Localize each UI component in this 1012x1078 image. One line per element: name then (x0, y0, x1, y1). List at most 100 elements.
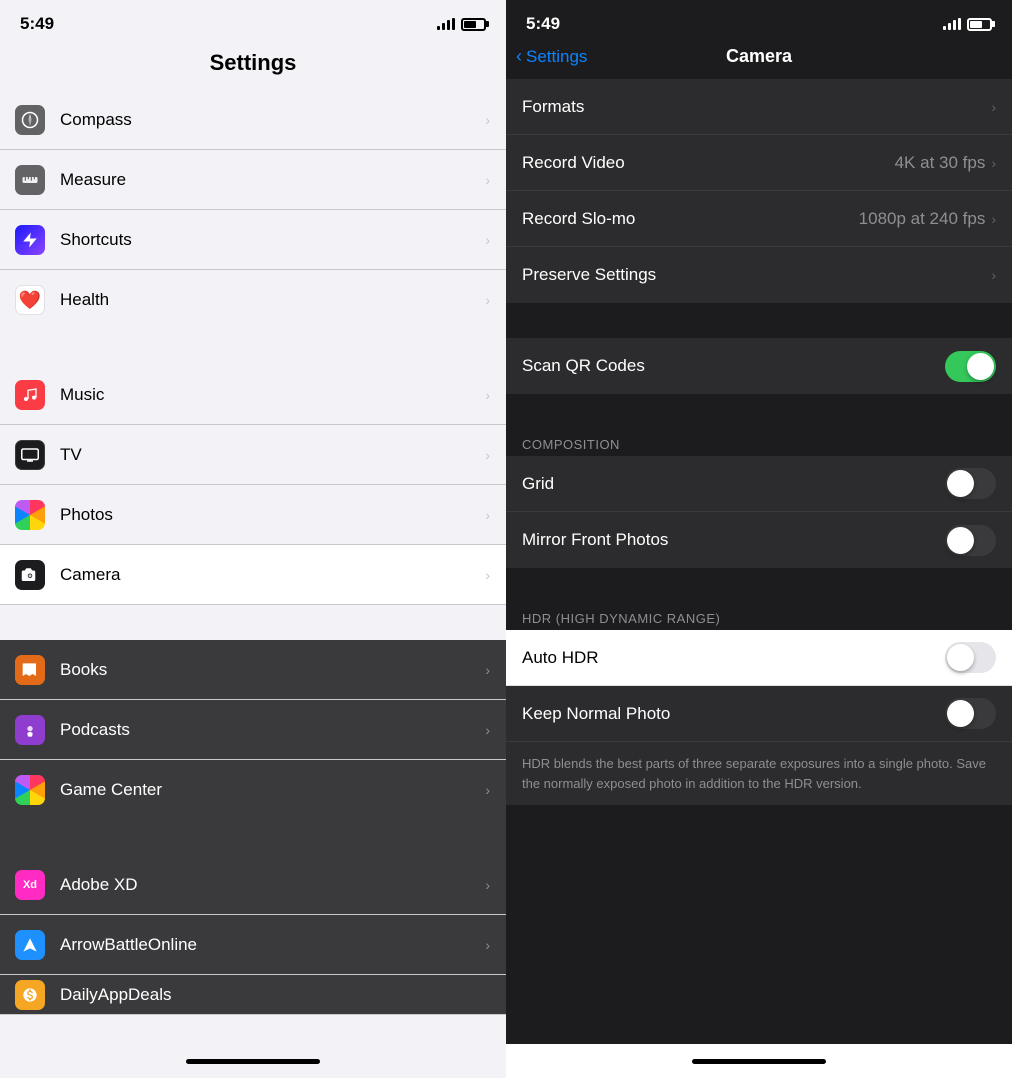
record-slomo-item[interactable]: Record Slo-mo 1080p at 240 fps › (506, 191, 1012, 247)
gamecenter-chevron: › (485, 782, 490, 798)
settings-item-music[interactable]: Music › (0, 365, 506, 425)
dailyapp-label: DailyAppDeals (60, 985, 490, 1005)
adobexd-chevron: › (485, 877, 490, 893)
dailyapp-icon (15, 980, 45, 1010)
settings-item-dailyapp[interactable]: DailyAppDeals (0, 975, 506, 1015)
auto-hdr-section: Auto HDR (506, 630, 1012, 686)
measure-chevron: › (485, 172, 490, 188)
record-video-item[interactable]: Record Video 4K at 30 fps › (506, 135, 1012, 191)
auto-hdr-toggle[interactable] (945, 642, 996, 673)
section-gap-3 (506, 568, 1012, 603)
composition-section: COMPOSITION Grid Mirror Front Photos (506, 429, 1012, 568)
settings-item-tv[interactable]: TV › (0, 425, 506, 485)
tv-icon-wrapper (0, 440, 60, 470)
formats-chevron: › (991, 99, 996, 115)
measure-icon (15, 165, 45, 195)
signal-icon (437, 18, 455, 30)
camera-label: Camera (60, 565, 481, 585)
divider-3 (0, 820, 506, 855)
compass-icon-wrapper (0, 105, 60, 135)
dailyapp-icon-wrapper (0, 980, 60, 1010)
arrowbattle-label: ArrowBattleOnline (60, 935, 481, 955)
back-button[interactable]: ‹ Settings (516, 46, 587, 67)
podcasts-label: Podcasts (60, 720, 481, 740)
mirror-front-toggle[interactable] (945, 525, 996, 556)
divider-2 (0, 605, 506, 640)
settings-item-compass[interactable]: Compass › (0, 90, 506, 150)
keep-normal-toggle[interactable] (945, 698, 996, 729)
settings-item-shortcuts[interactable]: Shortcuts › (0, 210, 506, 270)
left-status-icons (437, 18, 486, 31)
section-gap-1 (506, 303, 1012, 338)
right-time: 5:49 (526, 14, 560, 34)
left-home-bar (0, 1044, 506, 1078)
battery-icon (461, 18, 486, 31)
shortcuts-chevron: › (485, 232, 490, 248)
health-label: Health (60, 290, 481, 310)
camera-settings-content: Formats › Record Video 4K at 30 fps › Re… (506, 79, 1012, 1044)
keep-normal-section: Keep Normal Photo HDR blends the best pa… (506, 686, 1012, 805)
tv-label: TV (60, 445, 481, 465)
adobexd-label: Adobe XD (60, 875, 481, 895)
settings-item-podcasts[interactable]: Podcasts › (0, 700, 506, 760)
mirror-front-item[interactable]: Mirror Front Photos (506, 512, 1012, 568)
grid-item[interactable]: Grid (506, 456, 1012, 512)
settings-item-camera[interactable]: Camera › (0, 545, 506, 605)
right-panel: 5:49 ‹ Settings Camera Formats › (506, 0, 1012, 1078)
music-icon-wrapper (0, 380, 60, 410)
photos-chevron: › (485, 507, 490, 523)
grid-label: Grid (522, 474, 945, 494)
photos-icon (15, 500, 45, 530)
record-slomo-label: Record Slo-mo (522, 209, 859, 229)
formats-item[interactable]: Formats › (506, 79, 1012, 135)
gamecenter-label: Game Center (60, 780, 481, 800)
settings-item-measure[interactable]: Measure › (0, 150, 506, 210)
settings-item-photos[interactable]: Photos › (0, 485, 506, 545)
music-icon (15, 380, 45, 410)
settings-item-adobexd[interactable]: Xd Adobe XD › (0, 855, 506, 915)
compass-label: Compass (60, 110, 481, 130)
record-video-value: 4K at 30 fps (895, 153, 986, 173)
right-status-icons (943, 18, 992, 31)
keep-normal-item[interactable]: Keep Normal Photo (506, 686, 1012, 742)
camera-icon-wrapper (0, 560, 60, 590)
keep-normal-toggle-knob (947, 700, 974, 727)
health-icon: ❤️ (15, 285, 45, 315)
measure-label: Measure (60, 170, 481, 190)
scan-qr-toggle[interactable] (945, 351, 996, 382)
settings-item-health[interactable]: ❤️ Health › (0, 270, 506, 330)
compass-icon (15, 105, 45, 135)
auto-hdr-toggle-knob (947, 644, 974, 671)
arrowbattle-chevron: › (485, 937, 490, 953)
right-nav-bar: ‹ Settings Camera (506, 42, 1012, 79)
mirror-front-toggle-knob (947, 527, 974, 554)
preserve-settings-item[interactable]: Preserve Settings › (506, 247, 1012, 303)
section-gap-2 (506, 394, 1012, 429)
back-chevron-icon: ‹ (516, 46, 522, 67)
hdr-header: HDR (HIGH DYNAMIC RANGE) (506, 603, 1012, 630)
record-video-label: Record Video (522, 153, 895, 173)
compass-chevron: › (485, 112, 490, 128)
left-panel: 5:49 Settings (0, 0, 506, 1078)
shortcuts-icon-wrapper (0, 225, 60, 255)
podcasts-chevron: › (485, 722, 490, 738)
tv-icon (15, 440, 45, 470)
grid-toggle[interactable] (945, 468, 996, 499)
formats-label: Formats (522, 97, 991, 117)
gamecenter-icon-wrapper (0, 775, 60, 805)
arrowbattle-icon-wrapper (0, 930, 60, 960)
settings-item-gamecenter[interactable]: Game Center › (0, 760, 506, 820)
shortcuts-icon (15, 225, 45, 255)
tv-chevron: › (485, 447, 490, 463)
settings-item-arrowbattle[interactable]: ArrowBattleOnline › (0, 915, 506, 975)
record-slomo-chevron: › (991, 211, 996, 227)
scan-qr-toggle-knob (967, 353, 994, 380)
right-battery-icon (967, 18, 992, 31)
measure-icon-wrapper (0, 165, 60, 195)
photos-label: Photos (60, 505, 481, 525)
settings-item-books[interactable]: Books › (0, 640, 506, 700)
nav-title: Camera (726, 46, 792, 67)
scan-qr-item[interactable]: Scan QR Codes (506, 338, 1012, 394)
main-section: Formats › Record Video 4K at 30 fps › Re… (506, 79, 1012, 303)
auto-hdr-item[interactable]: Auto HDR (506, 630, 1012, 686)
